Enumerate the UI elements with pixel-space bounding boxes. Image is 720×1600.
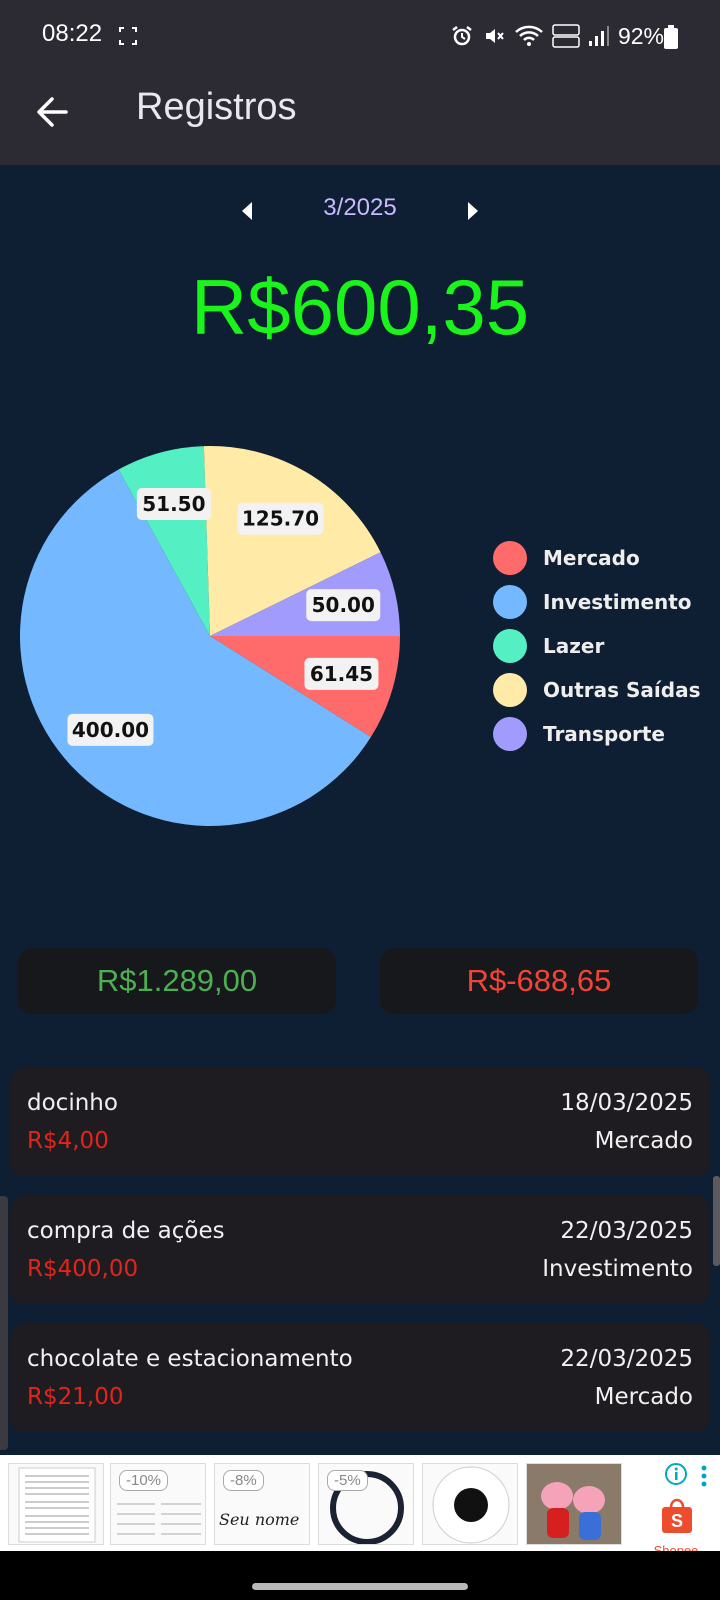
info-icon[interactable]: [664, 1462, 688, 1486]
page-title: Registros: [136, 86, 297, 128]
home-gesture-pill[interactable]: [252, 1583, 468, 1590]
transaction-card[interactable]: chocolate e estacionamento R$21,00 22/03…: [10, 1324, 710, 1432]
app-bar: [0, 70, 720, 165]
svg-text:S: S: [671, 1511, 683, 1531]
legend-item-investimento: Investimento: [493, 585, 692, 619]
expense-total: R$-688,65: [380, 948, 698, 1014]
arrow-left-icon[interactable]: [32, 92, 72, 132]
svg-text:Lazer: Lazer: [543, 634, 604, 658]
edge-panel-handle[interactable]: [0, 1196, 8, 1450]
svg-text:61.45: 61.45: [310, 662, 373, 686]
ad-product-document[interactable]: [8, 1463, 104, 1545]
transaction-card[interactable]: compra de ações R$400,00 22/03/2025 Inve…: [10, 1196, 710, 1304]
discount-badge: -8%: [223, 1470, 264, 1491]
month-balance: R$600,35: [190, 263, 530, 351]
svg-text:Transporte: Transporte: [543, 722, 665, 746]
transaction-description: docinho: [27, 1090, 118, 1116]
transaction-description: chocolate e estacionamento: [27, 1346, 353, 1372]
drumhead-thumbnail: [432, 1466, 510, 1544]
document-thumbnail: [18, 1467, 96, 1543]
alarm-icon: [452, 26, 472, 46]
discount-badge: -10%: [119, 1470, 169, 1491]
more-vertical-icon[interactable]: [700, 1464, 708, 1488]
status-icons: 92%: [450, 22, 664, 50]
transaction-amount: R$4,00: [27, 1128, 109, 1154]
transaction-category: Mercado: [594, 1128, 693, 1154]
pie-data-label: 61.45: [304, 657, 379, 690]
transaction-amount: R$21,00: [27, 1384, 124, 1410]
legend-item-mercado: Mercado: [493, 541, 640, 575]
signal-icon: [588, 26, 609, 46]
month-label: 3/2025: [323, 194, 397, 221]
ad-product-form[interactable]: -10%: [110, 1463, 206, 1545]
ad-product-drumhead[interactable]: [422, 1463, 518, 1545]
ad-product-plush[interactable]: [526, 1463, 622, 1545]
wifi-icon: [515, 25, 543, 46]
status-time: 08:22: [42, 20, 103, 47]
pie-data-label: 400.00: [67, 713, 154, 746]
transaction-date: 22/03/2025: [560, 1218, 693, 1244]
svg-text:50.00: 50.00: [312, 593, 375, 617]
legend-item-outras-saídas: Outras Saídas: [493, 673, 701, 707]
caret-left-icon[interactable]: [238, 200, 258, 222]
transaction-card[interactable]: docinho R$4,00 18/03/2025 Mercado: [10, 1068, 710, 1176]
mute-icon: [485, 29, 504, 43]
legend-item-lazer: Lazer: [493, 629, 604, 663]
battery-percentage: 92%: [617, 22, 664, 49]
svg-text:51.50: 51.50: [142, 492, 205, 516]
transaction-category: Investimento: [542, 1256, 693, 1282]
transaction-date: 18/03/2025: [560, 1090, 693, 1116]
legend-item-transporte: Transporte: [493, 717, 665, 751]
expense-pie-chart: 61.45 400.00 51.50 125.70 50.00 Mercado Invest…: [19, 446, 701, 826]
svg-text:Investimento: Investimento: [543, 590, 692, 614]
transaction-category: Mercado: [594, 1384, 693, 1410]
pie-data-label: 51.50: [136, 488, 211, 521]
system-navigation-bar: [0, 1551, 720, 1600]
svg-text:400.00: 400.00: [72, 718, 149, 742]
plush-toy-thumbnail: [541, 1482, 605, 1540]
ad-banner[interactable]: -10% -8% Seu nome -5%: [0, 1455, 720, 1551]
volte-icon: [552, 24, 580, 48]
pie-data-label: 125.70: [237, 502, 324, 535]
ad-script-text: Seu nome: [219, 1510, 300, 1529]
caret-right-icon[interactable]: [462, 200, 482, 222]
ad-product-name-sign[interactable]: -8% Seu nome: [214, 1463, 310, 1545]
svg-text:Mercado: Mercado: [543, 546, 640, 570]
svg-text:125.70: 125.70: [242, 507, 319, 531]
battery-icon: [664, 25, 678, 49]
scrollbar-thumb[interactable]: [713, 1176, 720, 1266]
income-total: R$1.289,00: [18, 948, 336, 1014]
ad-product-ring[interactable]: -5%: [318, 1463, 414, 1545]
svg-text:Outras Saídas: Outras Saídas: [543, 678, 701, 702]
status-bar: 08:22 92%: [0, 0, 720, 70]
transaction-date: 22/03/2025: [560, 1346, 693, 1372]
pie-data-label: 50.00: [306, 589, 381, 622]
discount-badge: -5%: [327, 1470, 368, 1491]
month-navigator: 3/2025: [0, 190, 720, 230]
transaction-amount: R$400,00: [27, 1256, 139, 1282]
screenshot-icon: [119, 27, 137, 45]
shopee-bag-icon[interactable]: S: [660, 1495, 694, 1535]
transaction-description: compra de ações: [27, 1218, 225, 1244]
